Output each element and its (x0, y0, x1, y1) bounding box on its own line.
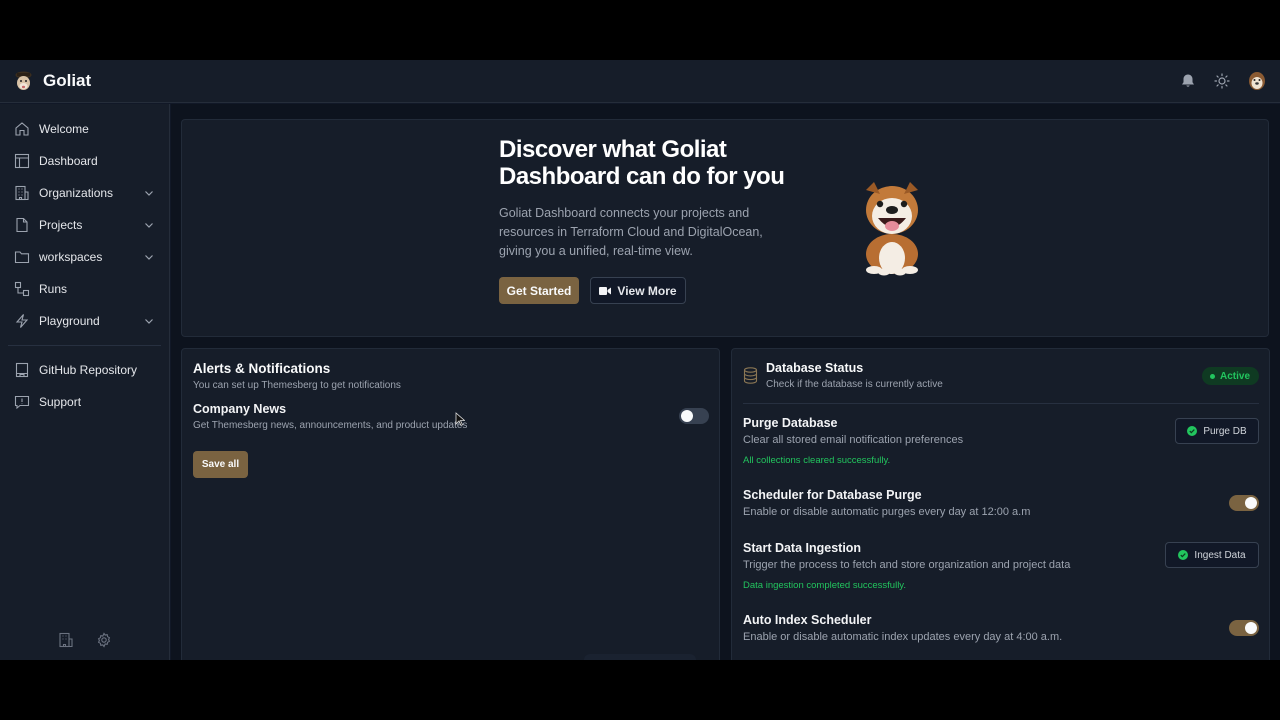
view-more-button[interactable]: View More (590, 277, 686, 304)
sidebar-item-label: Projects (39, 218, 83, 232)
company-news-toggle[interactable] (679, 408, 709, 424)
sidebar-nav: Welcome Dashboard Organizations Projects… (0, 104, 169, 337)
sidebar-item-projects[interactable]: Projects (0, 209, 169, 241)
scheduler-purge-toggle[interactable] (1229, 495, 1259, 511)
sidebar: Welcome Dashboard Organizations Projects… (0, 104, 170, 660)
chevron-down-icon[interactable] (143, 187, 155, 199)
alerts-subtitle: You can set up Themesberg to get notific… (193, 380, 401, 391)
gear-icon[interactable] (96, 632, 112, 648)
status-badge: Active (1201, 367, 1259, 385)
purge-db-button[interactable]: Purge DB (1175, 418, 1259, 444)
data-ingestion-subtitle: Trigger the process to fetch and store o… (743, 559, 1071, 571)
hero-description: Goliat Dashboard connects your projects … (499, 206, 763, 258)
ingest-data-label: Ingest Data (1194, 549, 1246, 561)
top-actions (1180, 71, 1266, 91)
hero-card: Discover what Goliat Dashboard can do fo… (181, 119, 1269, 337)
scheduler-purge-title: Scheduler for Database Purge (743, 488, 922, 502)
app-name: Goliat (43, 71, 92, 90)
toggle-knob (681, 410, 693, 422)
scheduler-purge-subtitle: Enable or disable automatic purges every… (743, 506, 1031, 518)
home-icon (15, 122, 29, 136)
sun-icon[interactable] (1214, 73, 1230, 89)
purge-database-title: Purge Database (743, 416, 838, 430)
file-icon (16, 217, 28, 233)
table-layout-icon (14, 153, 30, 169)
app-window: Goliat Welcome Dashboard Organizations P… (0, 60, 1280, 660)
check-circle-icon (1178, 550, 1189, 560)
chevron-down-icon[interactable] (143, 251, 155, 263)
bulldog-pirate-logo (15, 71, 32, 90)
ingestion-success-message: Data ingestion completed successfully. (743, 580, 906, 591)
toggle-knob (1245, 622, 1257, 634)
auto-index-title: Auto Index Scheduler (743, 613, 872, 627)
get-started-button[interactable]: Get Started (499, 277, 579, 304)
user-avatar[interactable] (1248, 71, 1266, 91)
sidebar-item-runs[interactable]: Runs (0, 273, 169, 305)
toggle-knob (1245, 497, 1257, 509)
main-content: Discover what Goliat Dashboard can do fo… (171, 104, 1280, 660)
building-icon (15, 185, 29, 201)
purge-db-label: Purge DB (1203, 425, 1247, 437)
chevron-down-icon[interactable] (143, 315, 155, 327)
check-circle-icon (1187, 426, 1198, 436)
database-status-card: Database Status Check if the database is… (731, 348, 1270, 660)
status-dot (1209, 373, 1215, 379)
sidebar-item-github-repository[interactable]: GitHub Repository (0, 354, 169, 386)
sidebar-item-label: Runs (39, 282, 68, 296)
alerts-title: Alerts & Notifications (193, 361, 331, 376)
auto-index-subtitle: Enable or disable automatic index update… (743, 631, 1063, 643)
sidebar-item-welcome[interactable]: Welcome (0, 113, 169, 145)
sidebar-divider (8, 345, 161, 346)
divider (743, 403, 1259, 404)
building-icon[interactable] (58, 632, 74, 648)
data-ingestion-title: Start Data Ingestion (743, 541, 862, 555)
sidebar-bottom-actions (0, 632, 170, 648)
workflow-icon (14, 281, 30, 297)
mouse-cursor-icon (455, 412, 465, 426)
sidebar-item-support[interactable]: Support (0, 386, 169, 418)
sidebar-item-organizations[interactable]: Organizations (0, 177, 169, 209)
save-all-button[interactable]: Save all (193, 451, 248, 478)
top-navbar: Goliat (0, 60, 1280, 103)
bulldog-mascot-image (866, 182, 918, 276)
sidebar-item-label: workspaces (39, 250, 103, 264)
sidebar-item-playground[interactable]: Playground (0, 305, 169, 337)
sidebar-item-dashboard[interactable]: Dashboard (0, 145, 169, 177)
chevron-down-icon[interactable] (143, 219, 155, 231)
auto-index-toggle[interactable] (1229, 620, 1259, 636)
zap-icon (15, 314, 29, 328)
ingest-data-button[interactable]: Ingest Data (1165, 542, 1259, 568)
sidebar-item-label: Playground (39, 314, 100, 328)
view-more-label: View More (617, 283, 677, 298)
database-icon (743, 367, 758, 384)
sidebar-item-label: Organizations (39, 186, 114, 200)
folder-icon (14, 251, 30, 264)
floating-dock[interactable] (584, 654, 696, 660)
company-news-subtitle: Get Themesberg news, announcements, and … (193, 420, 468, 431)
brand[interactable]: Goliat (14, 70, 91, 92)
alerts-notifications-card: Alerts & Notifications You can set up Th… (181, 348, 720, 660)
purge-success-message: All collections cleared successfully. (743, 455, 891, 466)
bell-icon[interactable] (1180, 73, 1196, 89)
sidebar-item-label: Welcome (39, 122, 89, 136)
sidebar-item-workspaces[interactable]: workspaces (0, 241, 169, 273)
video-icon (599, 286, 612, 295)
status-badge-label: Active (1219, 370, 1250, 382)
sidebar-item-label: Dashboard (39, 154, 98, 168)
book-icon (15, 362, 29, 378)
message-alert-icon (14, 395, 30, 410)
purge-database-subtitle: Clear all stored email notification pref… (743, 434, 964, 446)
sidebar-item-label: GitHub Repository (39, 363, 138, 377)
hero-title: Discover what Goliat Dashboard can do fo… (499, 136, 785, 190)
database-status-subtitle: Check if the database is currently activ… (766, 379, 943, 390)
sidebar-item-label: Support (39, 395, 82, 409)
company-news-title: Company News (193, 402, 287, 416)
sidebar-secondary-nav: GitHub Repository Support (0, 354, 169, 418)
database-status-title: Database Status (766, 361, 864, 375)
